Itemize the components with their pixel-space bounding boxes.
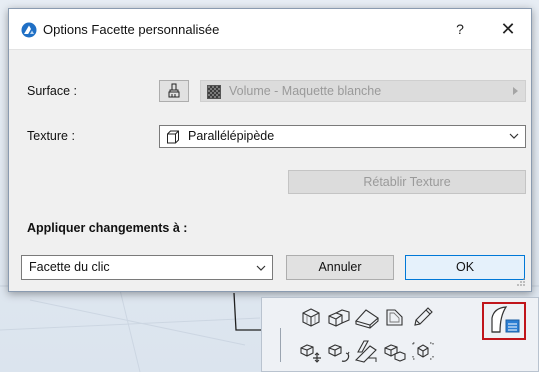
skew-facet-tool[interactable]	[354, 338, 380, 364]
pencil-icon	[414, 307, 433, 326]
texture-select[interactable]: Parallélépipède	[159, 125, 526, 148]
rotate-facet-icon	[328, 344, 350, 362]
pencil-tool[interactable]	[410, 304, 436, 330]
cancel-button[interactable]: Annuler	[286, 255, 394, 280]
options-dialog: Options Facette personnalisée ? ✕ Surfac…	[8, 8, 532, 292]
move-facet-icon	[300, 344, 321, 363]
settings-panel: Surface : Volume - Maquette blanche Text…	[9, 49, 531, 209]
custom-facet-icon	[491, 306, 520, 333]
move-facet-tool[interactable]	[298, 338, 324, 364]
box-view-icon	[302, 308, 320, 327]
submenu-arrow-icon	[513, 87, 518, 95]
surface-swatch	[207, 85, 221, 99]
face-shape-icon	[386, 309, 403, 326]
scale-facet-icon	[384, 344, 406, 362]
close-button[interactable]: ✕	[493, 17, 523, 41]
surface-label: Surface :	[27, 84, 78, 98]
palette-separator	[280, 328, 281, 362]
box-view-tool[interactable]	[298, 304, 324, 330]
surface-value: Volume - Maquette blanche	[229, 84, 382, 98]
apply-to-value: Facette du clic	[29, 260, 110, 274]
help-button[interactable]: ?	[447, 17, 473, 41]
face-shape-tool[interactable]	[382, 304, 408, 330]
paintbrush-icon	[168, 83, 180, 98]
reset-texture-button[interactable]: Rétablir Texture	[288, 170, 526, 194]
custom-facet-tool[interactable]	[482, 302, 526, 340]
explode-box-icon	[412, 342, 434, 360]
chevron-down-icon	[256, 265, 266, 271]
dialog-title: Options Facette personnalisée	[43, 22, 220, 37]
facet-tools-palette	[261, 297, 539, 372]
apply-panel: Appliquer changements à : Facette du cli…	[9, 208, 531, 291]
explode-box-tool[interactable]	[410, 338, 436, 364]
slab-shape-icon	[354, 309, 379, 329]
texture-value: Parallélépipède	[188, 129, 275, 143]
skew-facet-icon	[354, 340, 377, 363]
apply-heading: Appliquer changements à :	[27, 221, 188, 235]
texture-label: Texture :	[27, 129, 75, 143]
title-bar: Options Facette personnalisée ? ✕	[9, 9, 531, 49]
slab-shape-tool[interactable]	[354, 304, 380, 330]
parallelepiped-icon	[167, 130, 179, 144]
multi-box-tool[interactable]	[326, 304, 352, 330]
scale-facet-tool[interactable]	[382, 338, 408, 364]
ok-button[interactable]: OK	[405, 255, 525, 280]
resize-grip-icon[interactable]	[516, 277, 526, 287]
apply-to-select[interactable]: Facette du clic	[21, 255, 273, 280]
rotate-facet-tool[interactable]	[326, 338, 352, 364]
chevron-down-icon	[509, 133, 519, 139]
multi-box-icon	[328, 309, 350, 327]
surface-select[interactable]: Volume - Maquette blanche	[200, 80, 526, 102]
surface-picker-button[interactable]	[159, 80, 189, 102]
archicad-app-icon	[21, 22, 37, 38]
